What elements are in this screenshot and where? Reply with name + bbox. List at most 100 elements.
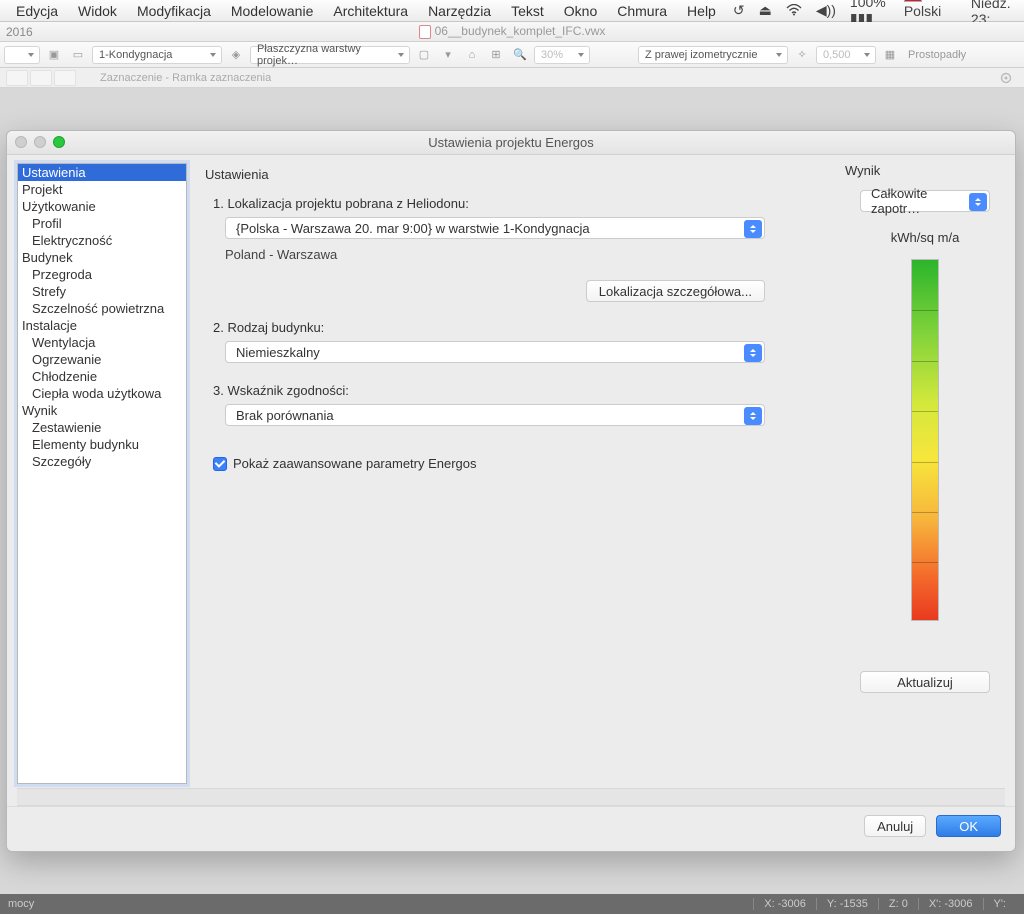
advanced-checkbox-row[interactable]: Pokaż zaawansowane parametry Energos (213, 456, 827, 471)
window-minimize-button[interactable] (34, 136, 46, 148)
tree-item[interactable]: Zestawienie (18, 419, 186, 436)
layer-icon[interactable]: ▭ (68, 46, 88, 64)
menu-chmura[interactable]: Chmura (607, 3, 677, 19)
checkbox-checked-icon[interactable] (213, 457, 227, 471)
menu-okno[interactable]: Okno (554, 3, 607, 19)
tree-item[interactable]: Strefy (18, 283, 186, 300)
result-title: Wynik (845, 163, 880, 178)
plane-combo[interactable]: Płaszczyzna warstwy projek… (250, 46, 410, 64)
mode-text: Zaznaczenie - Ramka zaznaczenia (100, 72, 271, 84)
tree-item[interactable]: Szczelność powietrzna (18, 300, 186, 317)
wifi-icon[interactable] (779, 3, 809, 19)
menu-modyfikacja[interactable]: Modyfikacja (127, 3, 221, 19)
tree-item[interactable]: Budynek (18, 249, 186, 266)
scale-field[interactable]: 0,500 (816, 46, 876, 64)
dialog-footer: Anuluj OK (7, 806, 1015, 851)
stepper-icon (969, 193, 987, 211)
document-icon (419, 25, 431, 39)
unknown-combo-1[interactable] (4, 46, 40, 64)
nav-icon[interactable]: ◈ (226, 46, 246, 64)
dialog-titlebar: Ustawienia projektu Energos (7, 131, 1015, 155)
stepper-icon (744, 407, 762, 425)
center-section-title: Ustawienia (205, 167, 827, 182)
toolbar: ▣ ▭ 1-Kondygnacja ◈ Płaszczyzna warstwy … (0, 42, 1024, 68)
menubar: Edycja Widok Modyfikacja Modelowanie Arc… (0, 0, 1024, 22)
gear-icon[interactable] (998, 70, 1016, 86)
document-filename: 06__budynek_komplet_IFC.vwx (435, 24, 606, 38)
menu-help[interactable]: Help (677, 3, 726, 19)
advanced-checkbox-label: Pokaż zaawansowane parametry Energos (233, 456, 477, 471)
settings-tree[interactable]: UstawieniaProjektUżytkowanieProfilElektr… (17, 163, 187, 784)
zoom-icon[interactable]: 🔍 (510, 46, 530, 64)
navigator-icon[interactable]: ⊞ (486, 46, 506, 64)
progress-strip (17, 788, 1005, 806)
year-label: 2016 (6, 25, 33, 39)
building-type-select[interactable]: Niemieszkalny (225, 341, 765, 363)
projection-label: Prostopadły (908, 49, 972, 61)
render-icon[interactable]: ▦ (880, 46, 900, 64)
mode-icon-2[interactable] (30, 70, 52, 86)
page-icon[interactable]: ▢ (414, 46, 434, 64)
tree-item[interactable]: Projekt (18, 181, 186, 198)
view-combo[interactable]: Z prawej izometrycznie (638, 46, 788, 64)
result-panel: Wynik Całkowite zapotr… kWh/sq m/a Aktua… (845, 163, 1005, 784)
unit-label: kWh/sq m/a (891, 230, 960, 245)
menu-narzedzia[interactable]: Narzędzia (418, 3, 501, 19)
location-select[interactable]: {Polska - Warszawa 20. mar 9:00} w warst… (225, 217, 765, 239)
fit-icon[interactable]: ⌂ (462, 46, 482, 64)
status-coord-yp: Y': (983, 898, 1017, 910)
energy-gradient-bar (911, 259, 939, 621)
scale-icon[interactable]: ✧ (792, 46, 812, 64)
tree-item[interactable]: Szczegóły (18, 453, 186, 470)
detailed-location-button[interactable]: Lokalizacja szczegółowa... (586, 280, 765, 302)
update-button[interactable]: Aktualizuj (860, 671, 990, 693)
compliance-label: 3. Wskaźnik zgodności: (213, 383, 827, 398)
tree-item[interactable]: Elementy budynku (18, 436, 186, 453)
location-label: 1. Lokalizacja projektu pobrana z Heliod… (213, 196, 827, 211)
statusbar: mocy X: -3006 Y: -1535 Z: 0 X': -3006 Y'… (0, 894, 1024, 914)
center-panel: Ustawienia 1. Lokalizacja projektu pobra… (205, 163, 827, 784)
tree-item[interactable]: Chłodzenie (18, 368, 186, 385)
document-title-strip: 2016 06__budynek_komplet_IFC.vwx (0, 22, 1024, 42)
menu-modelowanie[interactable]: Modelowanie (221, 3, 324, 19)
tree-item[interactable]: Elektryczność (18, 232, 186, 249)
cancel-button[interactable]: Anuluj (864, 815, 926, 837)
building-type-label: 2. Rodzaj budynku: (213, 320, 827, 335)
tree-item[interactable]: Użytkowanie (18, 198, 186, 215)
ok-button[interactable]: OK (936, 815, 1001, 837)
status-coord-z: Z: 0 (878, 898, 918, 910)
status-coord-x: X: -3006 (753, 898, 816, 910)
menu-widok[interactable]: Widok (68, 3, 127, 19)
mode-icon-1[interactable] (6, 70, 28, 86)
volume-icon[interactable]: ◀)) (809, 2, 843, 19)
status-coord-y: Y: -1535 (816, 898, 878, 910)
eject-icon[interactable]: ⏏ (752, 2, 779, 19)
mode-icon-3[interactable] (54, 70, 76, 86)
menu-architektura[interactable]: Architektura (323, 3, 418, 19)
menu-edycja[interactable]: Edycja (6, 3, 68, 19)
tree-item[interactable]: Profil (18, 215, 186, 232)
class-icon[interactable]: ▣ (44, 46, 64, 64)
tree-item[interactable]: Wynik (18, 402, 186, 419)
layer-combo[interactable]: 1-Kondygnacja (92, 46, 222, 64)
chevron-down-icon[interactable]: ▾ (438, 46, 458, 64)
stepper-icon (744, 344, 762, 362)
tree-item[interactable]: Instalacje (18, 317, 186, 334)
tree-item[interactable]: Przegroda (18, 266, 186, 283)
compliance-select[interactable]: Brak porównania (225, 404, 765, 426)
window-maximize-button[interactable] (53, 136, 65, 148)
status-left-text: mocy (8, 898, 34, 910)
tree-item[interactable]: Ustawienia (18, 164, 186, 181)
menu-tekst[interactable]: Tekst (501, 3, 554, 19)
window-close-button[interactable] (15, 136, 27, 148)
tree-item[interactable]: Ogrzewanie (18, 351, 186, 368)
zoom-combo[interactable]: 30% (534, 46, 590, 64)
status-coord-xp: X': -3006 (918, 898, 983, 910)
dialog-title: Ustawienia projektu Energos (428, 135, 593, 150)
stepper-icon (744, 220, 762, 238)
tree-item[interactable]: Wentylacja (18, 334, 186, 351)
energos-dialog: Ustawienia projektu Energos UstawieniaPr… (6, 130, 1016, 852)
tree-item[interactable]: Ciepła woda użytkowa (18, 385, 186, 402)
time-machine-icon[interactable]: ↺ (726, 2, 752, 19)
metric-select[interactable]: Całkowite zapotr… (860, 190, 990, 212)
